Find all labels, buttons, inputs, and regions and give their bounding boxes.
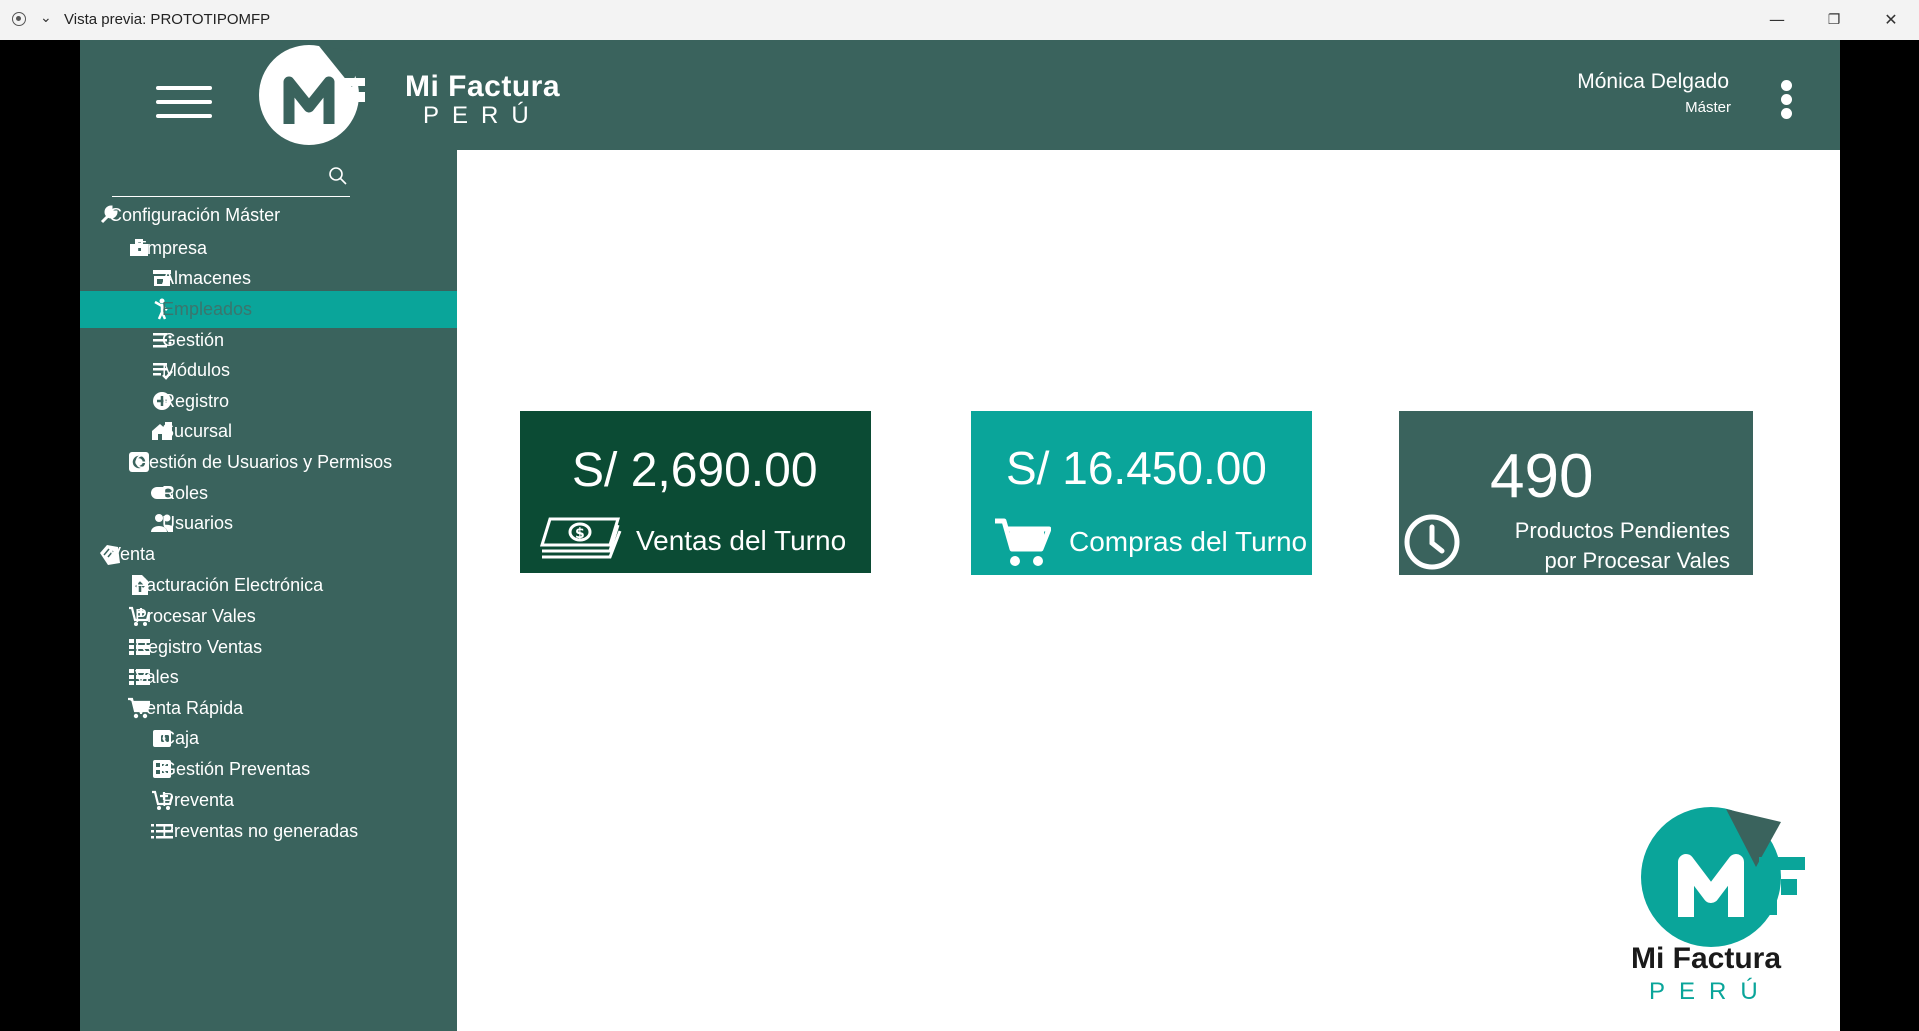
sidebar-item-label: Venta Rápida	[135, 698, 244, 718]
sidebar-item-label: Venta	[109, 544, 156, 564]
more-options-icon[interactable]	[1781, 80, 1793, 120]
close-button[interactable]: ✕	[1863, 0, 1919, 40]
restore-button[interactable]: ❐	[1806, 0, 1862, 40]
hamburger-menu-icon[interactable]	[156, 86, 212, 120]
footer-brand-country: PERÚ	[1649, 978, 1772, 1005]
app-header: Mi Factura PERÚ Mónica Delgado Máster	[80, 40, 1840, 150]
app-window: Mi Factura PERÚ Mónica Delgado Máster Co…	[80, 40, 1840, 1031]
footer-brand-name: Mi Factura	[1631, 942, 1782, 975]
sidebar-item-label: Preventas no generadas	[162, 821, 359, 841]
ventas-amount: S/ 2,690.00	[572, 444, 818, 497]
cart-icon	[995, 518, 1051, 566]
sidebar-item-label: Gestión Preventas	[162, 759, 311, 779]
pendientes-card[interactable]: 490 Productos Pendientes por Procesar Va…	[1399, 411, 1753, 575]
sidebar-item-preventas-no-generadas[interactable]: Preventas no generadas	[80, 813, 457, 850]
pendientes-label: Productos Pendientes por Procesar Vales	[1515, 516, 1730, 576]
window-titlebar: ⌄ Vista previa: PROTOTIPOMFP — ❐ ✕	[0, 0, 1919, 40]
clock-icon	[1404, 514, 1460, 570]
pendientes-label-line2: por Procesar Vales	[1544, 548, 1730, 573]
search-input[interactable]	[112, 160, 350, 197]
window-title: Vista previa: PROTOTIPOMFP	[64, 11, 271, 28]
sidebar-item-label: Registro	[162, 391, 230, 411]
minimize-button[interactable]: —	[1749, 0, 1805, 40]
sidebar-item-label: Almacenes	[162, 268, 252, 288]
sidebar-item-label: Caja	[162, 728, 200, 748]
sidebar-item-label: Preventa	[162, 790, 235, 810]
sidebar-item-label: Roles	[162, 483, 209, 503]
sidebar-item-label: Módulos	[162, 360, 231, 380]
ventas-card[interactable]: S/ 2,690.00 $ Ventas del Turno	[520, 411, 871, 573]
sidebar: Configuración Máster Empresa Almacenes Empl…	[80, 150, 457, 1031]
user-name: Mónica Delgado	[1577, 70, 1729, 93]
pendientes-count: 490	[1490, 442, 1594, 511]
sidebar-item-label: Procesar Vales	[135, 606, 256, 626]
user-role: Máster	[1685, 99, 1731, 116]
sidebar-item-label: Configuración Máster	[109, 205, 281, 225]
svg-text:$: $	[575, 526, 585, 542]
compras-card[interactable]: S/ 16.450.00 Compras del Turno	[971, 411, 1312, 575]
sidebar-item-label: Usuarios	[162, 513, 234, 533]
sidebar-item-label: Gestión de Usuarios y Permisos	[135, 452, 393, 472]
sidebar-item-configuracion-master[interactable]: Configuración Máster	[80, 197, 457, 234]
compras-label: Compras del Turno	[1069, 526, 1308, 557]
brand-country: PERÚ	[423, 102, 542, 129]
pendientes-label-line1: Productos Pendientes	[1514, 518, 1730, 543]
sidebar-item-label: Facturación Electrónica	[135, 575, 324, 595]
record-icon[interactable]	[12, 12, 26, 26]
ventas-label: Ventas del Turno	[636, 525, 847, 556]
money-icon: $	[540, 517, 622, 559]
brand-name: Mi Factura	[405, 70, 561, 103]
sidebar-item-label: Vales	[135, 667, 179, 687]
dashboard-content: S/ 2,690.00 $ Ventas del Turno S/ 16.450…	[457, 150, 1840, 1031]
sidebar-item-label: Sucursal	[162, 421, 233, 441]
sidebar-item-label: Gestión	[162, 330, 225, 350]
search-icon[interactable]	[328, 166, 348, 186]
sidebar-item-label: Registro Ventas	[135, 637, 263, 657]
compras-amount: S/ 16.450.00	[1006, 442, 1267, 494]
sidebar-item-label: Empleados	[162, 299, 253, 319]
chevron-down-icon[interactable]: ⌄	[40, 9, 52, 26]
sidebar-item-label: Empresa	[135, 238, 208, 258]
